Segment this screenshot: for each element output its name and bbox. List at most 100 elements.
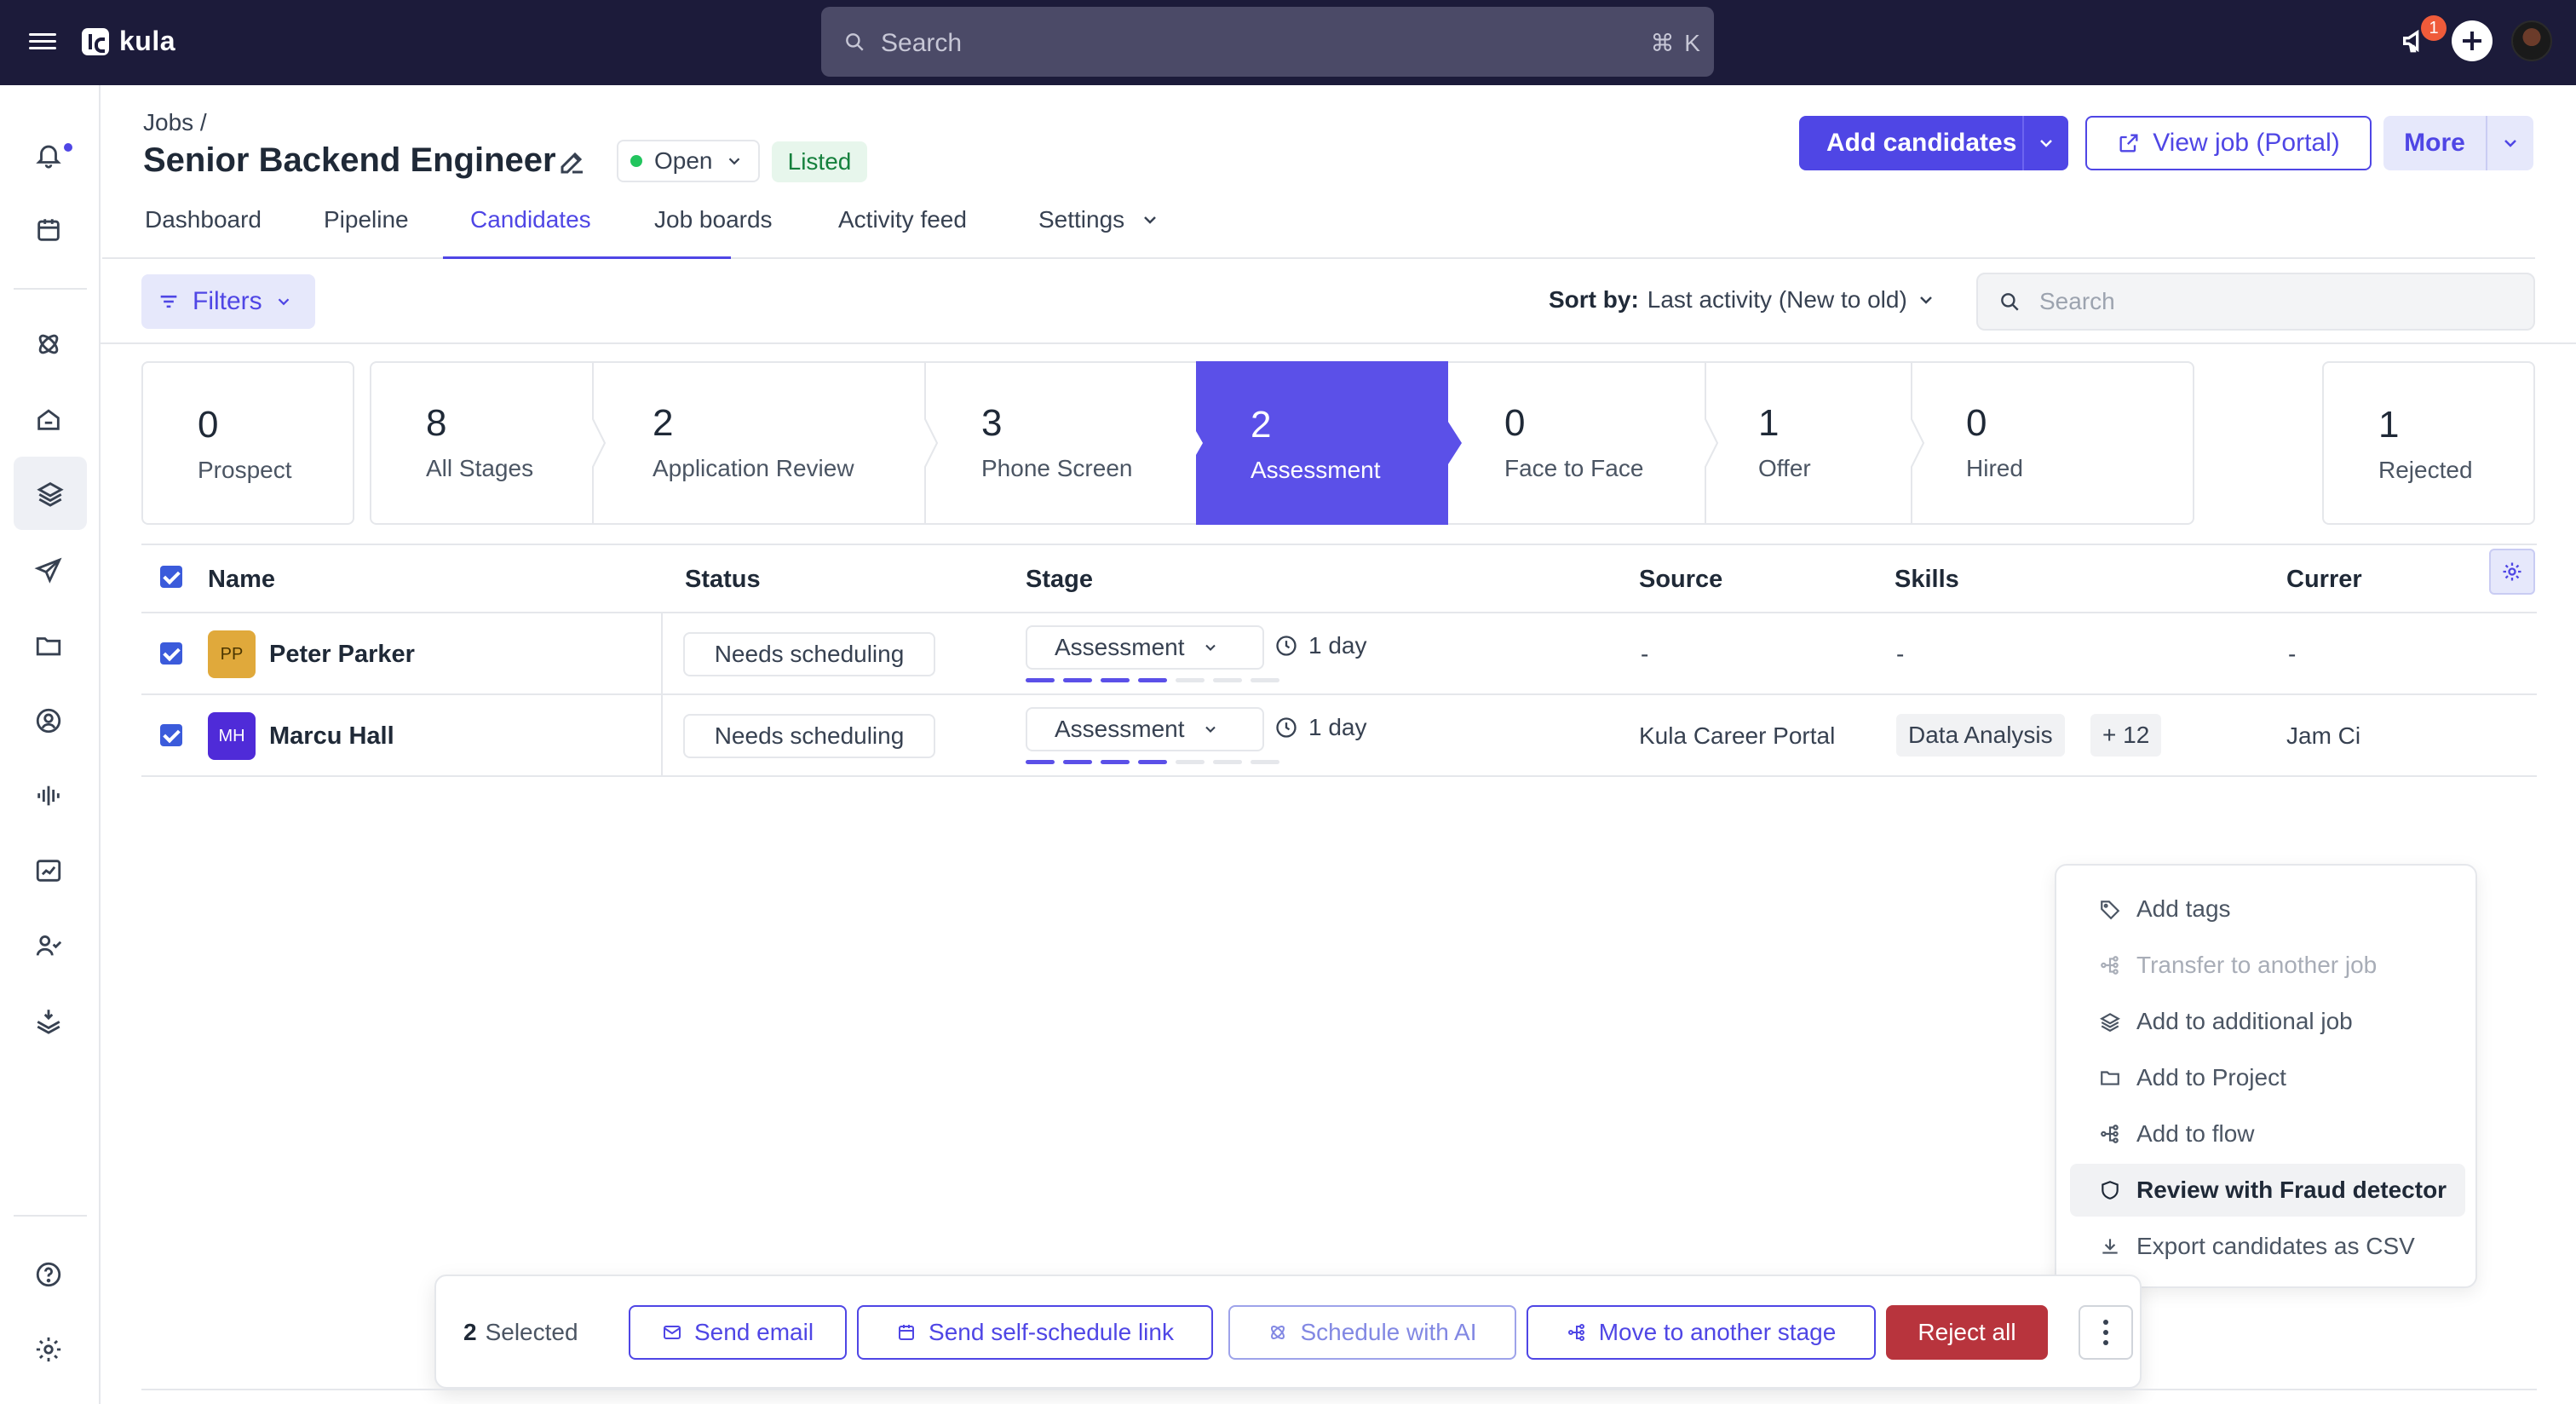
filters-button[interactable]: Filters bbox=[141, 274, 315, 329]
candidate-search[interactable] bbox=[1976, 273, 2535, 331]
tab-dashboard[interactable]: Dashboard bbox=[145, 201, 262, 259]
stage-hired[interactable] bbox=[1925, 361, 2181, 525]
sidebar-interviews[interactable] bbox=[32, 779, 66, 813]
menu-icon[interactable] bbox=[29, 29, 56, 56]
more-actions-button[interactable] bbox=[2079, 1305, 2133, 1360]
home-icon bbox=[37, 409, 60, 430]
column-source[interactable]: Source bbox=[1639, 566, 1722, 594]
calendar-icon bbox=[37, 219, 60, 241]
job-status-dropdown[interactable]: Open bbox=[617, 140, 760, 182]
sidebar-candidates[interactable] bbox=[32, 704, 66, 738]
avatar: MH bbox=[208, 712, 256, 760]
chevron-down-icon bbox=[2040, 140, 2052, 147]
add-candidates-dropdown[interactable] bbox=[2024, 133, 2068, 153]
column-status[interactable]: Status bbox=[685, 566, 761, 594]
tab-job-boards[interactable]: Job boards bbox=[654, 201, 773, 259]
tab-settings[interactable]: Settings bbox=[1038, 201, 1160, 259]
download-icon bbox=[2102, 1239, 2118, 1254]
send-email-button[interactable]: Send email bbox=[629, 1305, 847, 1360]
more-skills-tag[interactable]: + 12 bbox=[2090, 714, 2162, 757]
column-settings-button[interactable] bbox=[2489, 549, 2535, 595]
menu-item-fraud-detector[interactable]: Review with Fraud detector bbox=[2070, 1164, 2465, 1217]
progress-segment bbox=[1251, 760, 1279, 764]
sort-dropdown[interactable]: Sort by: Last activity (New to old) bbox=[1549, 286, 1936, 314]
stage-phone-screen[interactable] bbox=[939, 361, 1194, 525]
candidate-name[interactable]: Marcu Hall bbox=[269, 722, 394, 751]
view-job-portal-button[interactable]: View job (Portal) bbox=[2085, 116, 2372, 170]
clock-icon bbox=[1276, 717, 1297, 738]
progress-segment bbox=[1213, 760, 1242, 764]
send-icon bbox=[34, 557, 62, 584]
sidebar-ai[interactable] bbox=[32, 327, 66, 361]
atom-icon bbox=[38, 334, 59, 354]
table-row[interactable]: PP Peter Parker Needs scheduling Assessm… bbox=[141, 613, 2537, 695]
tab-pipeline[interactable]: Pipeline bbox=[324, 201, 409, 259]
stage-rejected[interactable]: 1 Rejected bbox=[2322, 361, 2535, 525]
candidate-name[interactable]: Peter Parker bbox=[269, 641, 415, 669]
column-current[interactable]: Currer bbox=[2286, 566, 2362, 594]
menu-item-add-tags[interactable]: Add tags bbox=[2070, 883, 2465, 935]
sidebar-outreach[interactable] bbox=[32, 554, 66, 588]
more-button[interactable]: More bbox=[2383, 116, 2533, 170]
shield-icon bbox=[2102, 1181, 2119, 1200]
sidebar-analytics[interactable] bbox=[32, 854, 66, 888]
app-logo[interactable]: kula bbox=[82, 26, 175, 57]
stage-count: 2 bbox=[653, 402, 674, 444]
create-button[interactable] bbox=[2452, 20, 2493, 61]
selected-count-value: 2 bbox=[463, 1319, 477, 1345]
time-in-stage: 1 day bbox=[1274, 632, 1367, 659]
stage-count: 3 bbox=[981, 402, 1003, 444]
candidate-search-input[interactable] bbox=[2039, 288, 2516, 315]
more-dropdown[interactable] bbox=[2487, 133, 2533, 153]
menu-item-add-to-flow[interactable]: Add to flow bbox=[2070, 1108, 2465, 1160]
stage-offer[interactable] bbox=[1719, 361, 1906, 525]
stage-label: Offer bbox=[1758, 455, 1811, 481]
stage-label: Prospect bbox=[198, 457, 292, 483]
user-avatar[interactable] bbox=[2511, 20, 2552, 61]
column-name[interactable]: Name bbox=[208, 566, 275, 594]
add-candidates-button[interactable]: Add candidates bbox=[1799, 116, 2068, 170]
sidebar-home[interactable] bbox=[32, 402, 66, 436]
announcements-button[interactable]: 1 bbox=[2399, 15, 2447, 58]
menu-item-add-additional-job[interactable]: Add to additional job bbox=[2070, 995, 2465, 1048]
progress-segment bbox=[1026, 760, 1055, 764]
breadcrumb[interactable]: Jobs / bbox=[143, 109, 207, 136]
sidebar-help[interactable] bbox=[32, 1257, 66, 1292]
progress-segment bbox=[1251, 678, 1279, 682]
edit-icon[interactable] bbox=[557, 147, 588, 177]
gear-icon bbox=[2503, 562, 2521, 581]
menu-item-export-csv[interactable]: Export candidates as CSV bbox=[2070, 1220, 2465, 1273]
stage-all-stages[interactable] bbox=[371, 361, 596, 525]
move-stage-button[interactable]: Move to another stage bbox=[1527, 1305, 1876, 1360]
reject-all-button[interactable]: Reject all bbox=[1886, 1305, 2048, 1360]
schedule-with-ai-button[interactable]: Schedule with AI bbox=[1228, 1305, 1516, 1360]
stage-dropdown[interactable]: Assessment bbox=[1026, 625, 1264, 670]
sidebar-jobs[interactable] bbox=[14, 457, 87, 530]
stage-count: 0 bbox=[198, 404, 219, 446]
column-stage[interactable]: Stage bbox=[1026, 566, 1093, 594]
global-search[interactable]: Search ⌘ K bbox=[821, 7, 1714, 77]
column-skills[interactable]: Skills bbox=[1895, 566, 1959, 594]
sidebar-imports[interactable] bbox=[32, 1004, 66, 1038]
sidebar-settings[interactable] bbox=[32, 1332, 66, 1367]
stage-progress bbox=[1026, 678, 1279, 682]
tab-activity-feed[interactable]: Activity feed bbox=[838, 201, 967, 259]
select-all-checkbox[interactable] bbox=[160, 566, 182, 588]
menu-item-add-to-project[interactable]: Add to Project bbox=[2070, 1051, 2465, 1104]
row-checkbox[interactable] bbox=[160, 642, 182, 665]
sidebar-projects[interactable] bbox=[32, 629, 66, 663]
stage-assessment[interactable]: 2 Assessment bbox=[1196, 361, 1448, 525]
menu-item-label: Add to additional job bbox=[2136, 1008, 2353, 1034]
stage-prospect[interactable]: 0 Prospect bbox=[141, 361, 354, 525]
sidebar-calendar[interactable] bbox=[32, 213, 66, 247]
stage-label: All Stages bbox=[426, 455, 534, 481]
page-title: Senior Backend Engineer bbox=[143, 141, 556, 179]
row-checkbox[interactable] bbox=[160, 724, 182, 746]
global-search-placeholder: Search bbox=[881, 29, 963, 57]
send-self-schedule-button[interactable]: Send self-schedule link bbox=[857, 1305, 1213, 1360]
table-row[interactable]: MH Marcu Hall Needs scheduling Assessmen… bbox=[141, 695, 2537, 777]
sidebar-team[interactable] bbox=[32, 929, 66, 963]
stage-dropdown[interactable]: Assessment bbox=[1026, 707, 1264, 751]
stage-count: 0 bbox=[1966, 402, 1987, 444]
sidebar-notifications[interactable] bbox=[32, 138, 72, 172]
